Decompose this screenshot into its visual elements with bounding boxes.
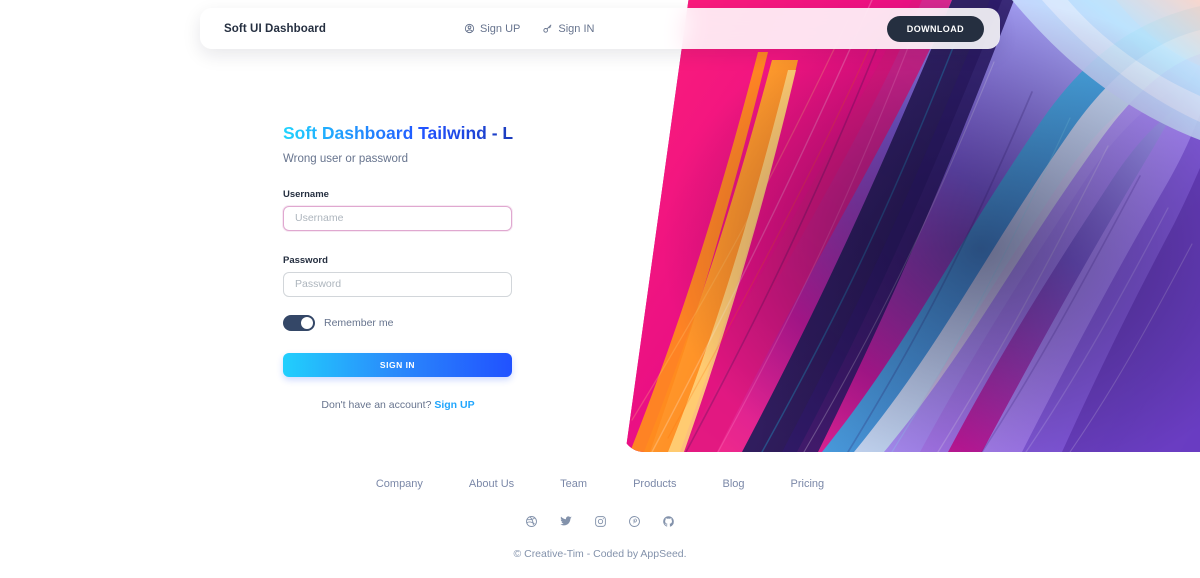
nav-link-sign-up-label: Sign UP	[480, 22, 521, 35]
signup-prompt-text: Don't have an account?	[321, 398, 432, 411]
pinterest-icon[interactable]	[628, 515, 641, 528]
github-icon[interactable]	[662, 515, 675, 528]
download-button[interactable]: DOWNLOAD	[886, 15, 984, 42]
footer-link-team[interactable]: Team	[560, 478, 587, 490]
login-page: Soft UI Dashboard Sign UP Sign IN DOWNLO…	[0, 0, 1200, 578]
remember-me-toggle[interactable]	[283, 314, 315, 331]
nav-link-sign-in-label: Sign IN	[558, 22, 595, 35]
toggle-knob	[301, 316, 313, 329]
footer-link-about-us[interactable]: About Us	[469, 478, 514, 490]
footer-nav: Company About Us Team Products Blog Pric…	[0, 478, 1200, 490]
footer-link-blog[interactable]: Blog	[723, 478, 745, 490]
footer-link-products[interactable]: Products	[633, 478, 676, 490]
error-message: Wrong user or password	[283, 152, 409, 165]
remember-me-label: Remember me	[324, 316, 394, 329]
nav-link-sign-in[interactable]: Sign IN	[542, 23, 594, 35]
username-label: Username	[283, 188, 329, 200]
brand-title: Soft UI Dashboard	[224, 22, 327, 35]
instagram-icon[interactable]	[594, 515, 607, 528]
top-navbar: Soft UI Dashboard Sign UP Sign IN DOWNLO…	[200, 8, 1000, 49]
signup-prompt: Don't have an account? Sign UP	[283, 399, 513, 411]
sign-in-button[interactable]: SIGN IN	[283, 352, 512, 377]
page-title: Soft Dashboard Tailwind - Login	[283, 123, 551, 143]
dribbble-icon[interactable]	[525, 515, 538, 528]
footer-link-company[interactable]: Company	[376, 478, 423, 490]
twitter-icon[interactable]	[559, 514, 573, 528]
nav-links: Sign UP Sign IN	[464, 23, 594, 35]
user-circle-icon	[464, 23, 475, 34]
login-form: Soft Dashboard Tailwind - Login Wrong us…	[283, 122, 551, 411]
password-input[interactable]	[283, 271, 512, 297]
hero-abstract-image	[625, 0, 1200, 452]
username-input[interactable]	[283, 205, 512, 231]
copyright-text: © Creative-Tim - Coded by AppSeed.	[513, 548, 687, 560]
remember-me-row: Remember me	[283, 314, 513, 331]
social-links	[0, 514, 1200, 528]
footer-link-pricing[interactable]: Pricing	[791, 478, 825, 490]
key-icon	[542, 23, 553, 34]
password-label: Password	[283, 254, 328, 266]
footer: Company About Us Team Products Blog Pric…	[0, 478, 1200, 560]
nav-link-sign-up[interactable]: Sign UP	[464, 23, 520, 35]
signup-link[interactable]: Sign UP	[434, 399, 474, 411]
